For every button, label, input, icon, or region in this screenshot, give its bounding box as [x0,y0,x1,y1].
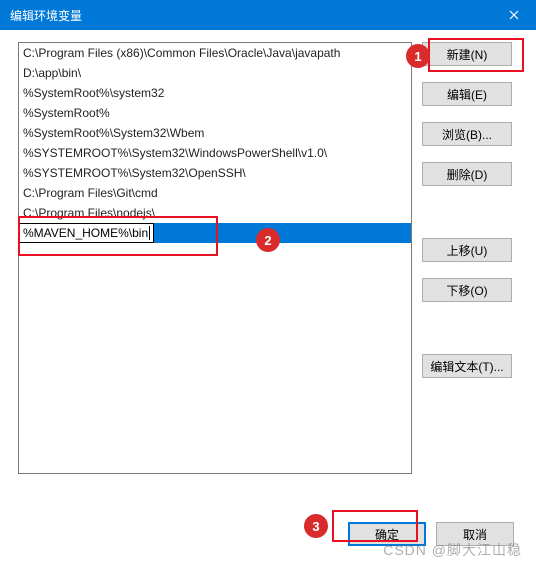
list-item[interactable]: C:\Program Files\Git\cmd [19,183,411,203]
text-caret [149,226,150,240]
list-item[interactable]: C:\Program Files\nodejs\ [19,203,411,223]
cancel-button[interactable]: 取消 [436,522,514,546]
movedown-button[interactable]: 下移(O) [422,278,512,302]
edit-button[interactable]: 编辑(E) [422,82,512,106]
list-item[interactable]: %SystemRoot%\System32\Wbem [19,123,411,143]
list-item-editing[interactable]: %MAVEN_HOME%\bin [19,223,411,243]
inline-edit-input[interactable]: %MAVEN_HOME%\bin [19,223,154,243]
side-buttons: 新建(N) 编辑(E) 浏览(B)... 删除(D) 上移(U) 下移(O) 编… [422,42,512,504]
list-item[interactable]: D:\app\bin\ [19,63,411,83]
delete-button[interactable]: 删除(D) [422,162,512,186]
list-item[interactable]: %SystemRoot%\system32 [19,83,411,103]
env-var-list[interactable]: C:\Program Files (x86)\Common Files\Orac… [18,42,412,474]
dialog-footer: 确定 取消 [348,522,514,546]
moveup-button[interactable]: 上移(U) [422,238,512,262]
edit-value: %MAVEN_HOME%\bin [23,224,148,242]
list-item[interactable]: %SYSTEMROOT%\System32\WindowsPowerShell\… [19,143,411,163]
callout-badge-3: 3 [304,514,328,538]
titlebar: 编辑环境变量 [0,0,536,30]
edittext-button[interactable]: 编辑文本(T)... [422,354,512,378]
new-button[interactable]: 新建(N) [422,42,512,66]
list-item[interactable]: C:\Program Files (x86)\Common Files\Orac… [19,43,411,63]
list-item[interactable]: %SystemRoot% [19,103,411,123]
ok-button[interactable]: 确定 [348,522,426,546]
close-icon[interactable] [491,0,536,30]
list-item[interactable]: %SYSTEMROOT%\System32\OpenSSH\ [19,163,411,183]
window-title: 编辑环境变量 [10,7,82,24]
browse-button[interactable]: 浏览(B)... [422,122,512,146]
